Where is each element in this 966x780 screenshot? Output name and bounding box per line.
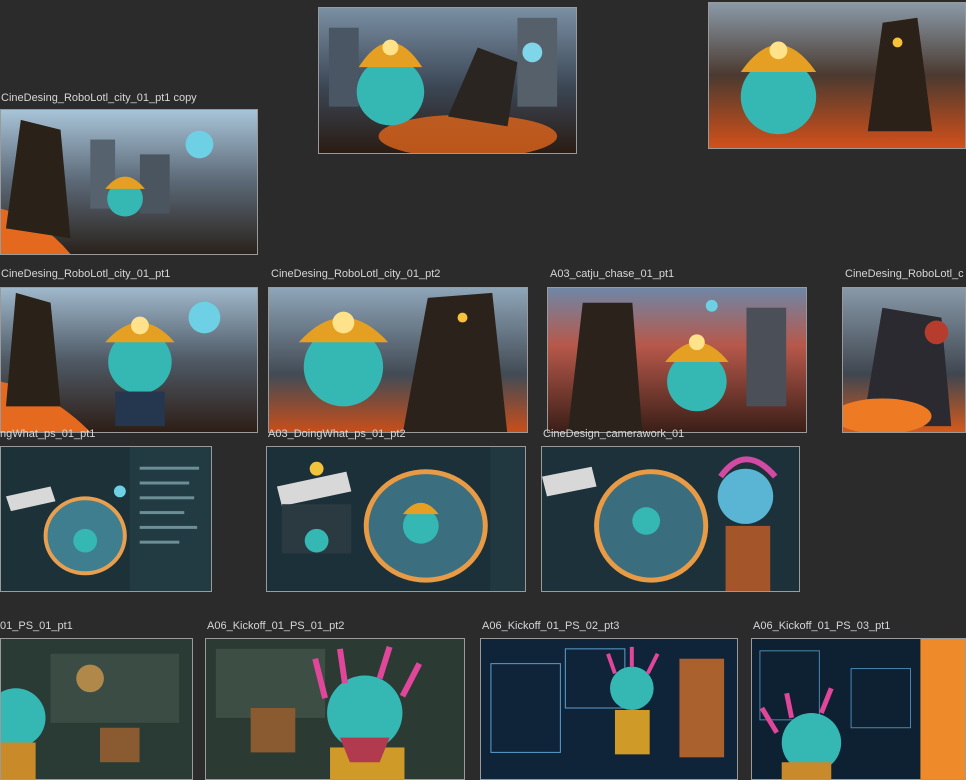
thumbnail-image[interactable] xyxy=(266,446,526,592)
thumbnail-label: CineDesing_RoboLotl_city_01_pt1 copy xyxy=(1,92,197,104)
thumbnail-image[interactable] xyxy=(318,7,577,154)
thumbnail-label: A03_DoingWhat_ps_01_pt2 xyxy=(268,428,406,440)
thumbnail-label: A03_catju_chase_01_pt1 xyxy=(550,268,675,280)
thumbnail-label: ngWhat_ps_01_pt1 xyxy=(0,428,96,440)
thumbnail-image[interactable] xyxy=(0,287,258,433)
thumbnail-label: CineDesing_RoboLotl_city_01_pt2 xyxy=(271,268,441,280)
thumbnail-image[interactable] xyxy=(0,446,212,592)
thumbnail-image[interactable] xyxy=(0,638,193,780)
thumbnail-image[interactable] xyxy=(547,287,807,433)
thumbnail-image[interactable] xyxy=(205,638,465,780)
thumbnail-label: A06_Kickoff_01_PS_01_pt2 xyxy=(207,620,345,632)
thumbnail-image[interactable] xyxy=(708,2,966,149)
thumbnail-image[interactable] xyxy=(480,638,738,780)
thumbnail-image[interactable] xyxy=(0,109,258,255)
thumbnail-label: A06_Kickoff_01_PS_03_pt1 xyxy=(753,620,891,632)
thumbnail-label: A06_Kickoff_01_PS_02_pt3 xyxy=(482,620,620,632)
thumbnail-label: CineDesing_RoboLotl_c xyxy=(845,268,964,280)
thumbnail-label: CineDesign_camerawork_01 xyxy=(543,428,685,440)
thumbnail-label: CineDesing_RoboLotl_city_01_pt1 xyxy=(1,268,171,280)
thumbnail-image[interactable] xyxy=(751,638,966,780)
thumbnail-image[interactable] xyxy=(541,446,800,592)
thumbnail-image[interactable] xyxy=(842,287,966,433)
thumbnail-label: 01_PS_01_pt1 xyxy=(0,620,73,632)
thumbnail-image[interactable] xyxy=(268,287,528,433)
